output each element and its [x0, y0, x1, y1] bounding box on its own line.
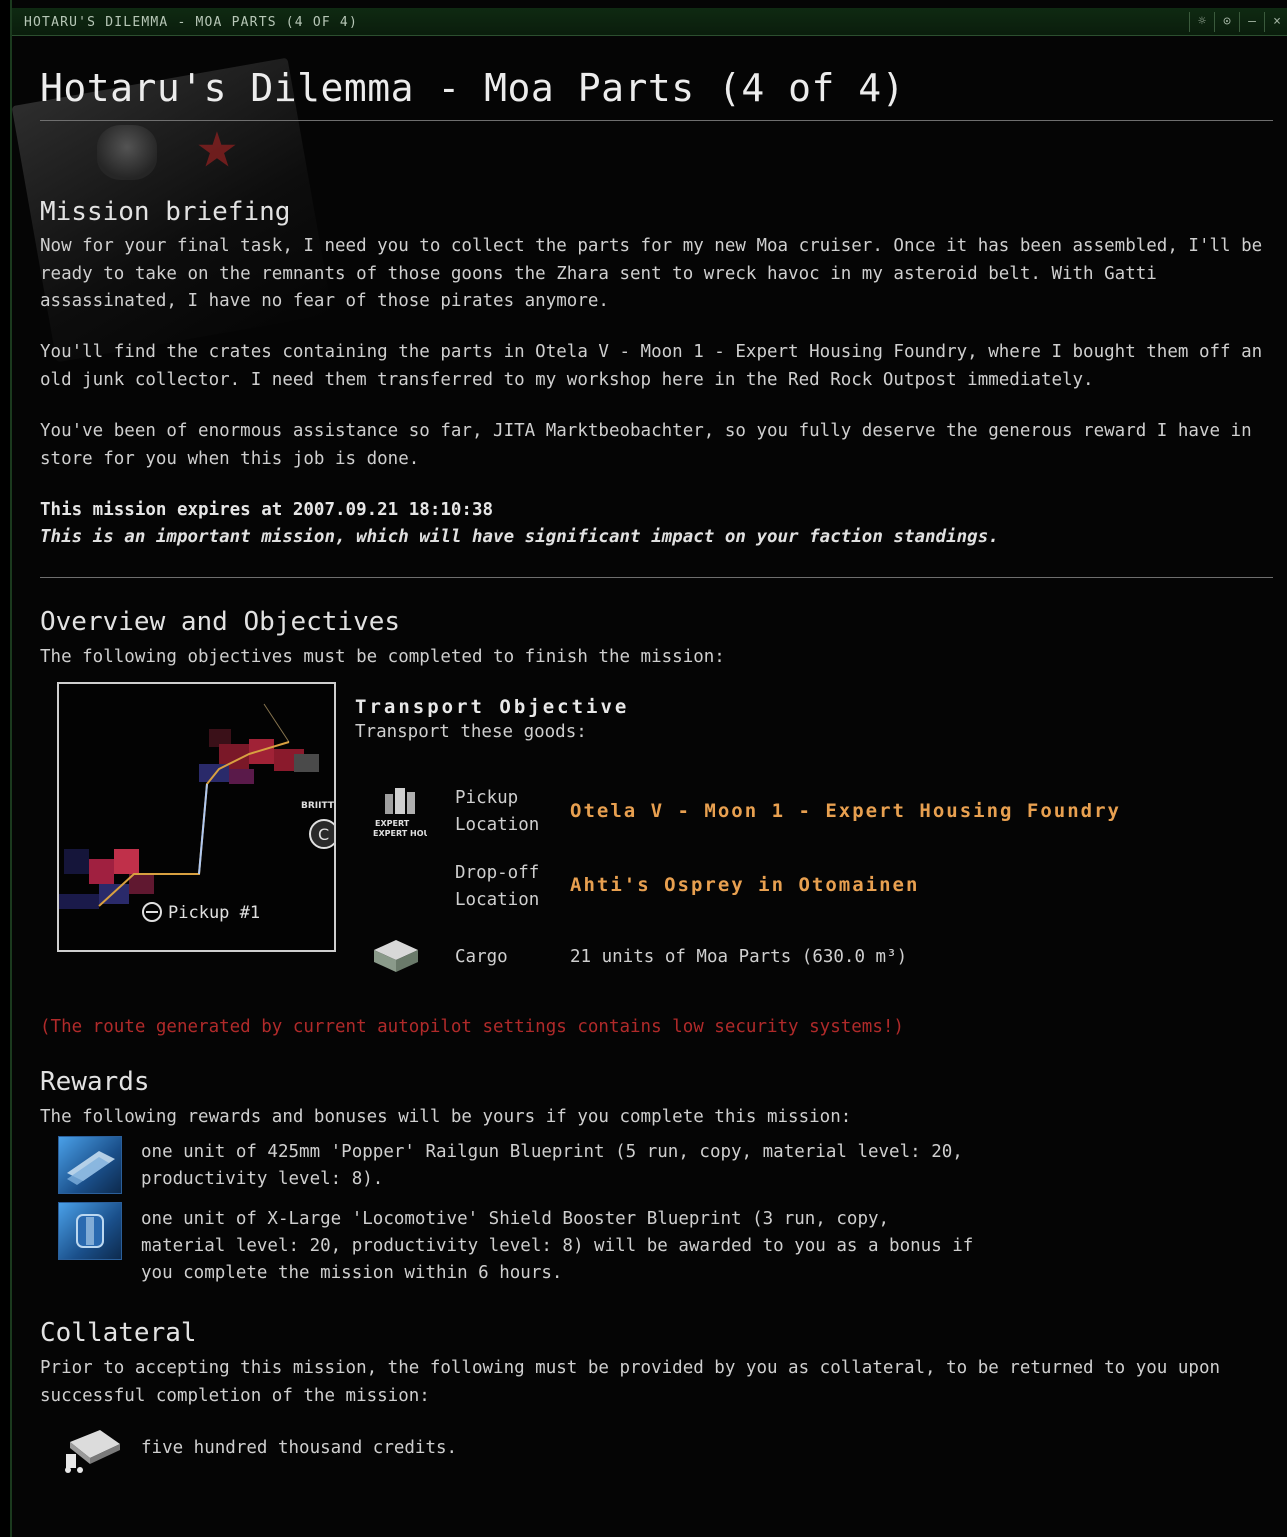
pickup-label-line1: Pickup [455, 788, 519, 808]
collateral-heading: Collateral [40, 1318, 197, 1348]
route-map[interactable]: Pickup #1 C BRIITTO [57, 682, 336, 952]
importance-note: This is an important mission, which will… [40, 527, 999, 547]
pin-icon[interactable]: ⊙ [1214, 12, 1239, 32]
reward-1-line1: one unit of 425mm 'Popper' Railgun Bluep… [141, 1142, 963, 1162]
svg-text:EXPERT: EXPERT [375, 819, 410, 828]
section-divider [40, 577, 1273, 578]
route-map-graphic: Pickup #1 C BRIITTO [59, 703, 334, 923]
dropoff-label-line2: Location [455, 890, 540, 910]
dropoff-label-line1: Drop-off [455, 863, 540, 883]
window-title: HOTARU'S DILEMMA - MOA PARTS (4 OF 4) [24, 15, 358, 30]
window-controls: ☼ ⊙ – × [1189, 12, 1287, 32]
settings-icon[interactable]: ☼ [1189, 12, 1214, 32]
overview-heading: Overview and Objectives [40, 607, 401, 637]
rewards-intro: The following rewards and bonuses will b… [40, 1107, 852, 1127]
expiry-text: This mission expires at 2007.09.21 18:10… [40, 500, 494, 520]
objective-subtitle: Transport these goods: [355, 722, 587, 742]
station-icon-label: EXPERT HOUSING [373, 829, 427, 838]
cargo-container-icon[interactable] [370, 938, 422, 974]
collateral-text: Prior to accepting this mission, the fol… [40, 1358, 1221, 1406]
minimize-button[interactable]: – [1239, 12, 1264, 32]
briefing-paragraph-3: You've been of enormous assistance so fa… [40, 421, 1252, 469]
lowsec-warning: (The route generated by current autopilo… [40, 1017, 904, 1037]
briefing-heading: Mission briefing [40, 197, 291, 227]
svg-text:C: C [318, 825, 329, 844]
station-icon: EXPERT EXPERT HOUSING [373, 788, 427, 838]
cargo-value: 21 units of Moa Parts (630.0 m³) [570, 947, 908, 967]
mission-window: HOTARU'S DILEMMA - MOA PARTS (4 OF 4) ☼ … [10, 0, 1287, 1537]
reward-2-line2: material level: 20, productivity level: … [141, 1236, 974, 1256]
page-title: Hotaru's Dilemma - Moa Parts (4 of 4) [40, 66, 905, 110]
reward-1-line2: productivity level: 8). [141, 1169, 384, 1189]
credits-icon[interactable] [60, 1424, 126, 1474]
overview-intro: The following objectives must be complet… [40, 647, 725, 667]
dropoff-location-link[interactable]: Ahti's Osprey in Otomainen [570, 874, 919, 896]
objective-title: Transport Objective [355, 696, 630, 718]
railgun-blueprint-icon[interactable] [58, 1136, 122, 1194]
cargo-label: Cargo [455, 947, 508, 967]
pickup-label-line2: Location [455, 815, 540, 835]
reward-2-line1: one unit of X-Large 'Locomotive' Shield … [141, 1209, 890, 1229]
agent-portrait [97, 125, 157, 180]
close-button[interactable]: × [1264, 12, 1287, 32]
reward-2-line3: you complete the mission within 6 hours. [141, 1263, 563, 1283]
title-divider [40, 120, 1273, 121]
title-bar[interactable]: HOTARU'S DILEMMA - MOA PARTS (4 OF 4) ☼ … [12, 8, 1287, 36]
briefing-paragraph-1: Now for your final task, I need you to c… [40, 236, 1263, 311]
pickup-marker-label: Pickup #1 [168, 903, 260, 923]
shield-booster-blueprint-icon[interactable] [58, 1202, 122, 1260]
collateral-item: five hundred thousand credits. [141, 1438, 458, 1458]
pickup-location-link[interactable]: Otela V - Moon 1 - Expert Housing Foundr… [570, 800, 1121, 822]
map-station-small-label: BRIITTO [301, 801, 334, 811]
rewards-heading: Rewards [40, 1067, 150, 1097]
briefing-paragraph-2: You'll find the crates containing the pa… [40, 342, 1263, 390]
